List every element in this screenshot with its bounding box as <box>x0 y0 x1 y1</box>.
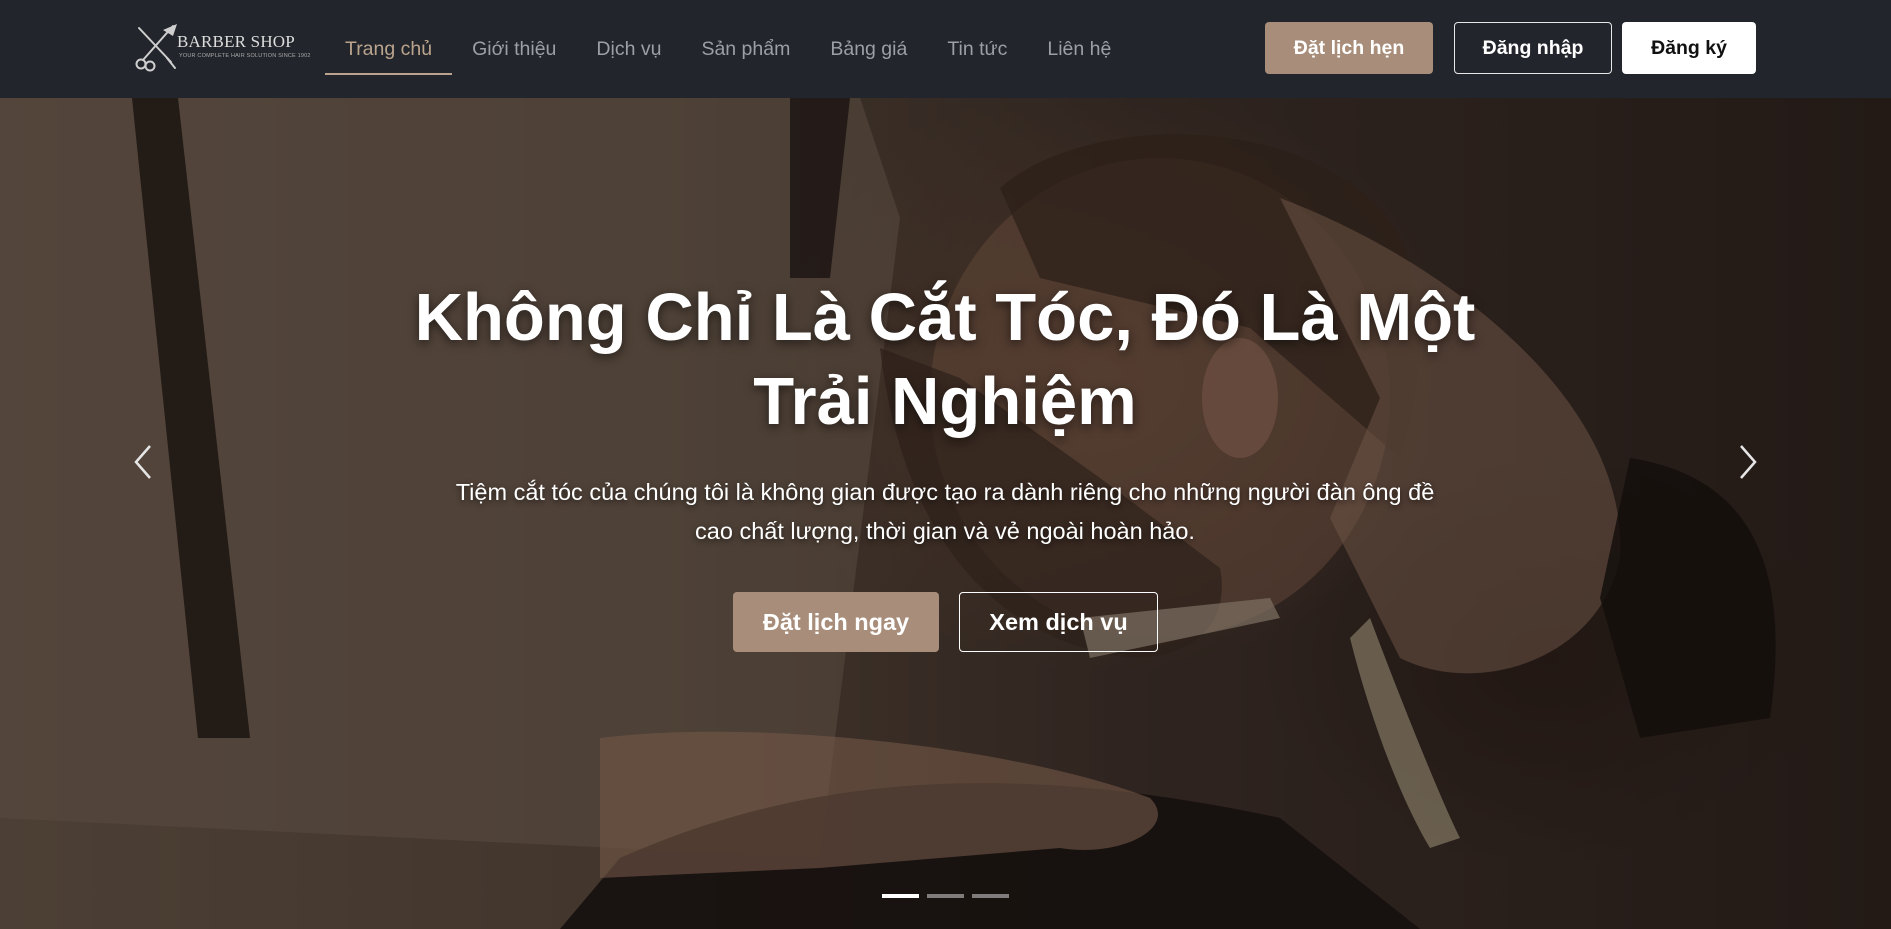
chevron-left-icon <box>134 445 151 479</box>
nav-item-services[interactable]: Dịch vụ <box>576 0 681 98</box>
nav-item-pricing[interactable]: Bảng giá <box>810 0 927 98</box>
book-appointment-button[interactable]: Đặt lịch hẹn <box>1265 22 1433 74</box>
hero-subtitle: Tiệm cắt tóc của chúng tôi là không gian… <box>455 479 1435 544</box>
nav-item-news[interactable]: Tin tức <box>927 0 1027 98</box>
site-header: BARBER SHOP YOUR COMPLETE HAIR SOLUTION … <box>0 0 1891 98</box>
carousel-indicator-1[interactable] <box>882 894 919 898</box>
logo-tagline: YOUR COMPLETE HAIR SOLUTION SINCE 1902 <box>179 53 311 59</box>
logo-title: BARBER SHOP <box>177 32 295 51</box>
view-services-button[interactable]: Xem dịch vụ <box>959 592 1158 652</box>
carousel-prev-button[interactable] <box>122 438 162 486</box>
login-button[interactable]: Đăng nhập <box>1454 22 1612 74</box>
chevron-right-icon <box>1740 445 1757 479</box>
carousel-indicator-3[interactable] <box>972 894 1009 898</box>
main-nav: Trang chủ Giới thiệu Dịch vụ Sản phẩm Bả… <box>325 0 1131 98</box>
hero-carousel: Không Chỉ Là Cắt Tóc, Đó Là Một Trải Ngh… <box>0 98 1891 929</box>
nav-item-contact[interactable]: Liên hệ <box>1027 0 1131 98</box>
register-button[interactable]: Đăng ký <box>1622 22 1756 74</box>
book-now-button[interactable]: Đặt lịch ngay <box>733 592 939 652</box>
nav-item-products[interactable]: Sản phẩm <box>681 0 810 98</box>
nav-item-home[interactable]: Trang chủ <box>325 0 453 98</box>
scissors-razor-icon <box>135 24 177 72</box>
carousel-next-button[interactable] <box>1729 438 1769 486</box>
logo[interactable]: BARBER SHOP YOUR COMPLETE HAIR SOLUTION … <box>133 22 313 74</box>
carousel-indicator-2[interactable] <box>927 894 964 898</box>
carousel-indicators <box>882 894 1009 898</box>
nav-item-about[interactable]: Giới thiệu <box>452 0 576 98</box>
hero-title: Không Chỉ Là Cắt Tóc, Đó Là Một Trải Ngh… <box>414 280 1476 439</box>
